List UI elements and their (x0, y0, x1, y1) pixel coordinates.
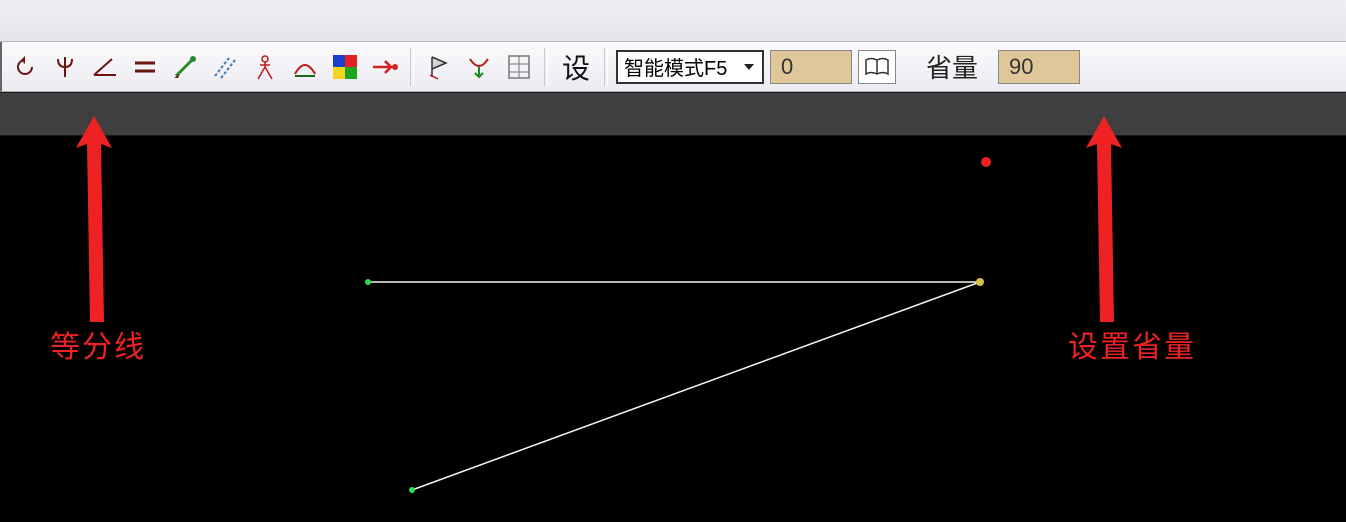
value-input-2-text: 90 (1009, 54, 1033, 80)
parallel-dash-icon[interactable] (208, 49, 242, 85)
brush-icon[interactable] (168, 49, 202, 85)
toolbar-divider (410, 48, 414, 86)
toolbar-divider-3 (604, 48, 608, 86)
color-grid-icon[interactable] (328, 49, 362, 85)
chevron-down-icon (742, 55, 756, 78)
trident-icon[interactable] (48, 49, 82, 85)
arrow-dot-icon[interactable] (368, 49, 402, 85)
equals-icon[interactable] (128, 49, 162, 85)
compass-person-icon[interactable] (248, 49, 282, 85)
mode-dropdown-value: 智能模式F5 (624, 52, 727, 81)
toolbar: 设 智能模式F5 0 省量 90 (0, 42, 1346, 92)
value-input-2[interactable]: 90 (998, 50, 1080, 84)
curve-over-icon[interactable] (288, 49, 322, 85)
mode-dropdown[interactable]: 智能模式F5 (616, 50, 764, 84)
rotate-icon[interactable] (8, 49, 42, 85)
annotation-left-text: 等分线 (50, 322, 146, 366)
drawing-canvas[interactable]: 等分线 设置省量 (0, 136, 1346, 522)
sheng-label: 省量 (902, 48, 992, 85)
value-input-1-text: 0 (781, 54, 793, 80)
sub-toolbar-strip (0, 92, 1346, 136)
grid-panel-icon[interactable] (502, 49, 536, 85)
flag-triangle-icon[interactable] (422, 49, 456, 85)
settings-label[interactable]: 设 (556, 47, 596, 87)
annotation-right-text: 设置省量 (1068, 322, 1196, 366)
down-curve-icon[interactable] (462, 49, 496, 85)
toolbar-divider-2 (544, 48, 548, 86)
value-input-1[interactable]: 0 (770, 50, 852, 84)
titlebar-area (0, 0, 1346, 42)
book-icon-button[interactable] (858, 50, 896, 84)
angle-icon[interactable] (88, 49, 122, 85)
